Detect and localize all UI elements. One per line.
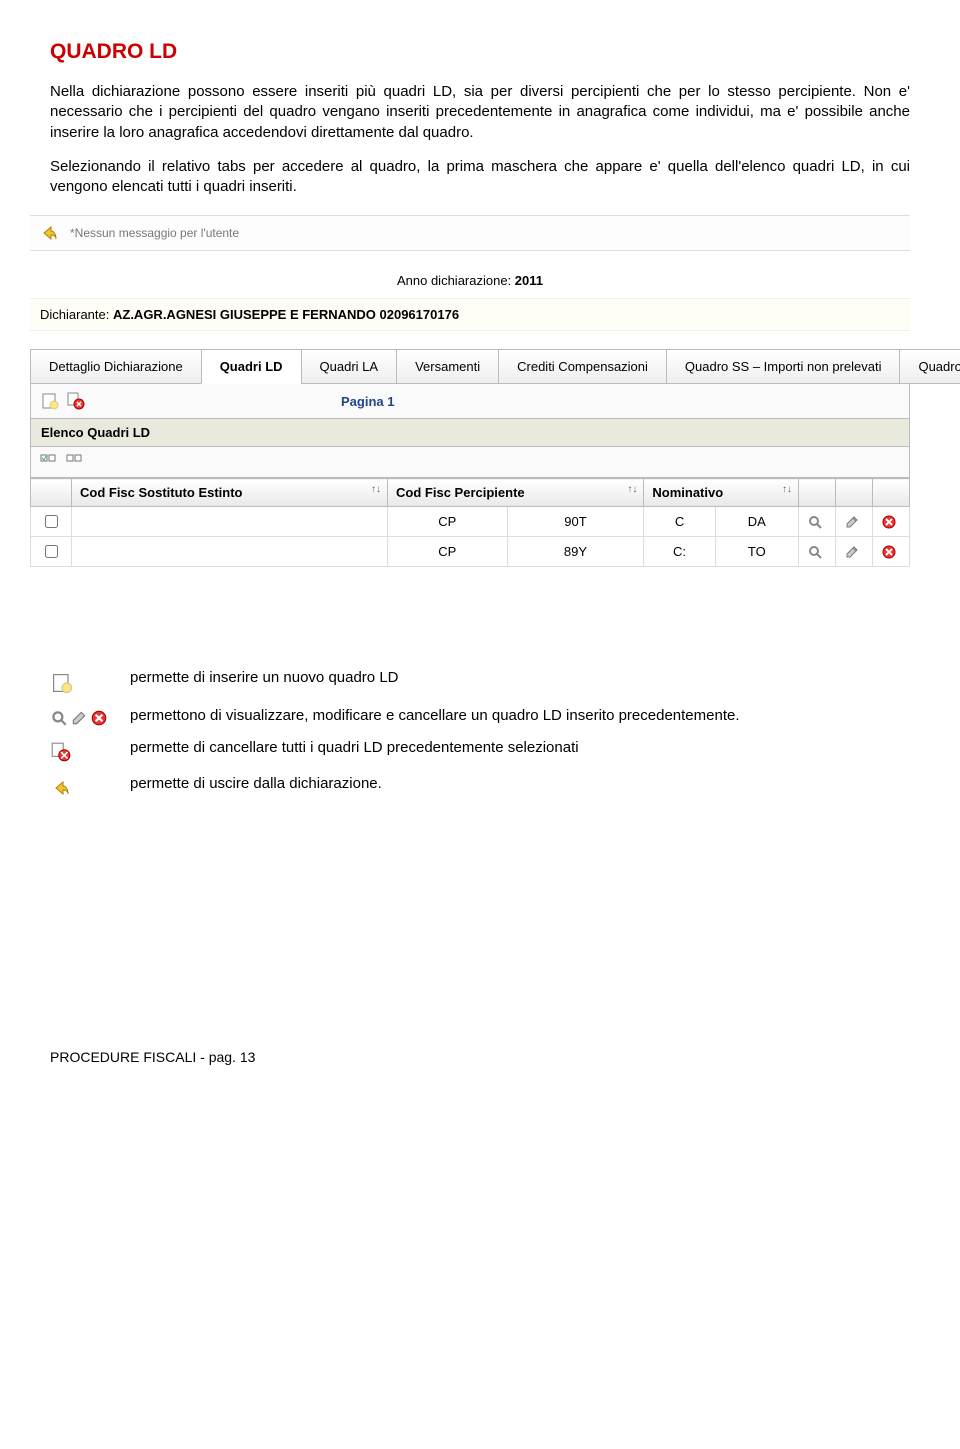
select-all-icon[interactable] xyxy=(37,451,59,473)
table-row: CP 90T C DA xyxy=(31,507,910,537)
message-text: *Nessun messaggio per l'utente xyxy=(70,226,239,240)
cell-cf: 89Y xyxy=(507,537,644,567)
delete-selected-icon xyxy=(50,741,72,763)
tab-quadri-ld[interactable]: Quadri LD xyxy=(201,349,302,384)
tab-quadri-la[interactable]: Quadri LA xyxy=(301,349,398,384)
legend-row-delete-all: permette di cancellare tutti i quadri LD… xyxy=(50,739,910,763)
cell-nom-b: DA xyxy=(715,507,798,537)
cell-nom-a: C xyxy=(644,507,715,537)
row-checkbox[interactable] xyxy=(45,545,58,558)
year-label: Anno dichiarazione: xyxy=(397,273,515,288)
edit-icon[interactable] xyxy=(844,514,864,530)
tab-versamenti[interactable]: Versamenti xyxy=(396,349,499,384)
col-percipiente[interactable]: Cod Fisc Percipiente↑↓ xyxy=(388,479,644,507)
screenshot-region: *Nessun messaggio per l'utente Anno dich… xyxy=(30,215,910,567)
legend-delete-all-text: permette di cancellare tutti i quadri LD… xyxy=(130,739,579,756)
view-icon[interactable] xyxy=(807,514,827,530)
cell-nom-b: TO xyxy=(715,537,798,567)
new-icon[interactable] xyxy=(39,390,61,412)
page-footer: PROCEDURE FISCALI - pag. 13 xyxy=(50,1049,910,1065)
cell-cp: CP xyxy=(388,537,508,567)
cell-cp: CP xyxy=(388,507,508,537)
paragraph-1: Nella dichiarazione possono essere inser… xyxy=(50,82,910,143)
new-icon xyxy=(50,671,74,695)
page-title: QUADRO LD xyxy=(50,40,910,64)
toolbar: Pagina 1 xyxy=(30,384,910,419)
paragraph-2: Selezionando il relativo tabs per accede… xyxy=(50,157,910,198)
cell-sostituto xyxy=(72,537,388,567)
legend-exit-text: permette di uscire dalla dichiarazione. xyxy=(130,775,382,792)
page-indicator: Pagina 1 xyxy=(341,394,394,409)
col-nominativo[interactable]: Nominativo↑↓ xyxy=(644,479,799,507)
table-row: CP 89Y C: TO xyxy=(31,537,910,567)
col-sostituto[interactable]: Cod Fisc Sostituto Estinto↑↓ xyxy=(72,479,388,507)
edit-icon[interactable] xyxy=(844,544,864,560)
dich-label: Dichiarante: xyxy=(40,307,113,322)
delete-selected-icon[interactable] xyxy=(65,390,87,412)
sort-icon[interactable]: ↑↓ xyxy=(627,484,637,495)
legend-row-exit: permette di uscire dalla dichiarazione. xyxy=(50,775,910,799)
year-row: Anno dichiarazione: 2011 xyxy=(30,251,910,299)
col-checkbox xyxy=(31,479,72,507)
row-checkbox[interactable] xyxy=(45,515,58,528)
cell-cf: 90T xyxy=(507,507,644,537)
tab-quadro-ss[interactable]: Quadro SS – Importi non prelevati xyxy=(666,349,901,384)
year-value: 2011 xyxy=(515,273,543,288)
dichiarante-row: Dichiarante: AZ.AGR.AGNESI GIUSEPPE E FE… xyxy=(30,299,910,331)
delete-icon xyxy=(90,709,108,727)
legend-row-actions: permettono di visualizzare, modificare e… xyxy=(50,707,910,727)
back-icon xyxy=(50,777,72,799)
sort-icon[interactable]: ↑↓ xyxy=(782,484,792,495)
message-bar: *Nessun messaggio per l'utente xyxy=(30,215,910,251)
back-icon[interactable] xyxy=(38,222,60,244)
tab-strip: Dettaglio Dichiarazione Quadri LD Quadri… xyxy=(30,349,910,384)
delete-icon[interactable] xyxy=(881,514,901,530)
cell-nom-a: C: xyxy=(644,537,715,567)
tab-dettaglio[interactable]: Dettaglio Dichiarazione xyxy=(30,349,202,384)
sort-icon[interactable]: ↑↓ xyxy=(371,484,381,495)
view-icon[interactable] xyxy=(807,544,827,560)
deselect-all-icon[interactable] xyxy=(63,451,85,473)
tab-quadro-sy[interactable]: Quadro SY xyxy=(899,349,960,384)
delete-icon[interactable] xyxy=(881,544,901,560)
quadri-table: Cod Fisc Sostituto Estinto↑↓ Cod Fisc Pe… xyxy=(30,478,910,567)
dich-value: AZ.AGR.AGNESI GIUSEPPE E FERNANDO 020961… xyxy=(113,307,459,322)
edit-icon xyxy=(70,709,88,727)
view-icon xyxy=(50,709,68,727)
legend-new-text: permette di inserire un nuovo quadro LD xyxy=(130,669,399,686)
legend-actions-text: permettono di visualizzare, modificare e… xyxy=(130,707,740,724)
legend-row-new: permette di inserire un nuovo quadro LD xyxy=(50,669,910,695)
cell-sostituto xyxy=(72,507,388,537)
small-toolbar xyxy=(30,447,910,478)
section-elenco: Elenco Quadri LD xyxy=(30,419,910,447)
tab-crediti[interactable]: Crediti Compensazioni xyxy=(498,349,667,384)
